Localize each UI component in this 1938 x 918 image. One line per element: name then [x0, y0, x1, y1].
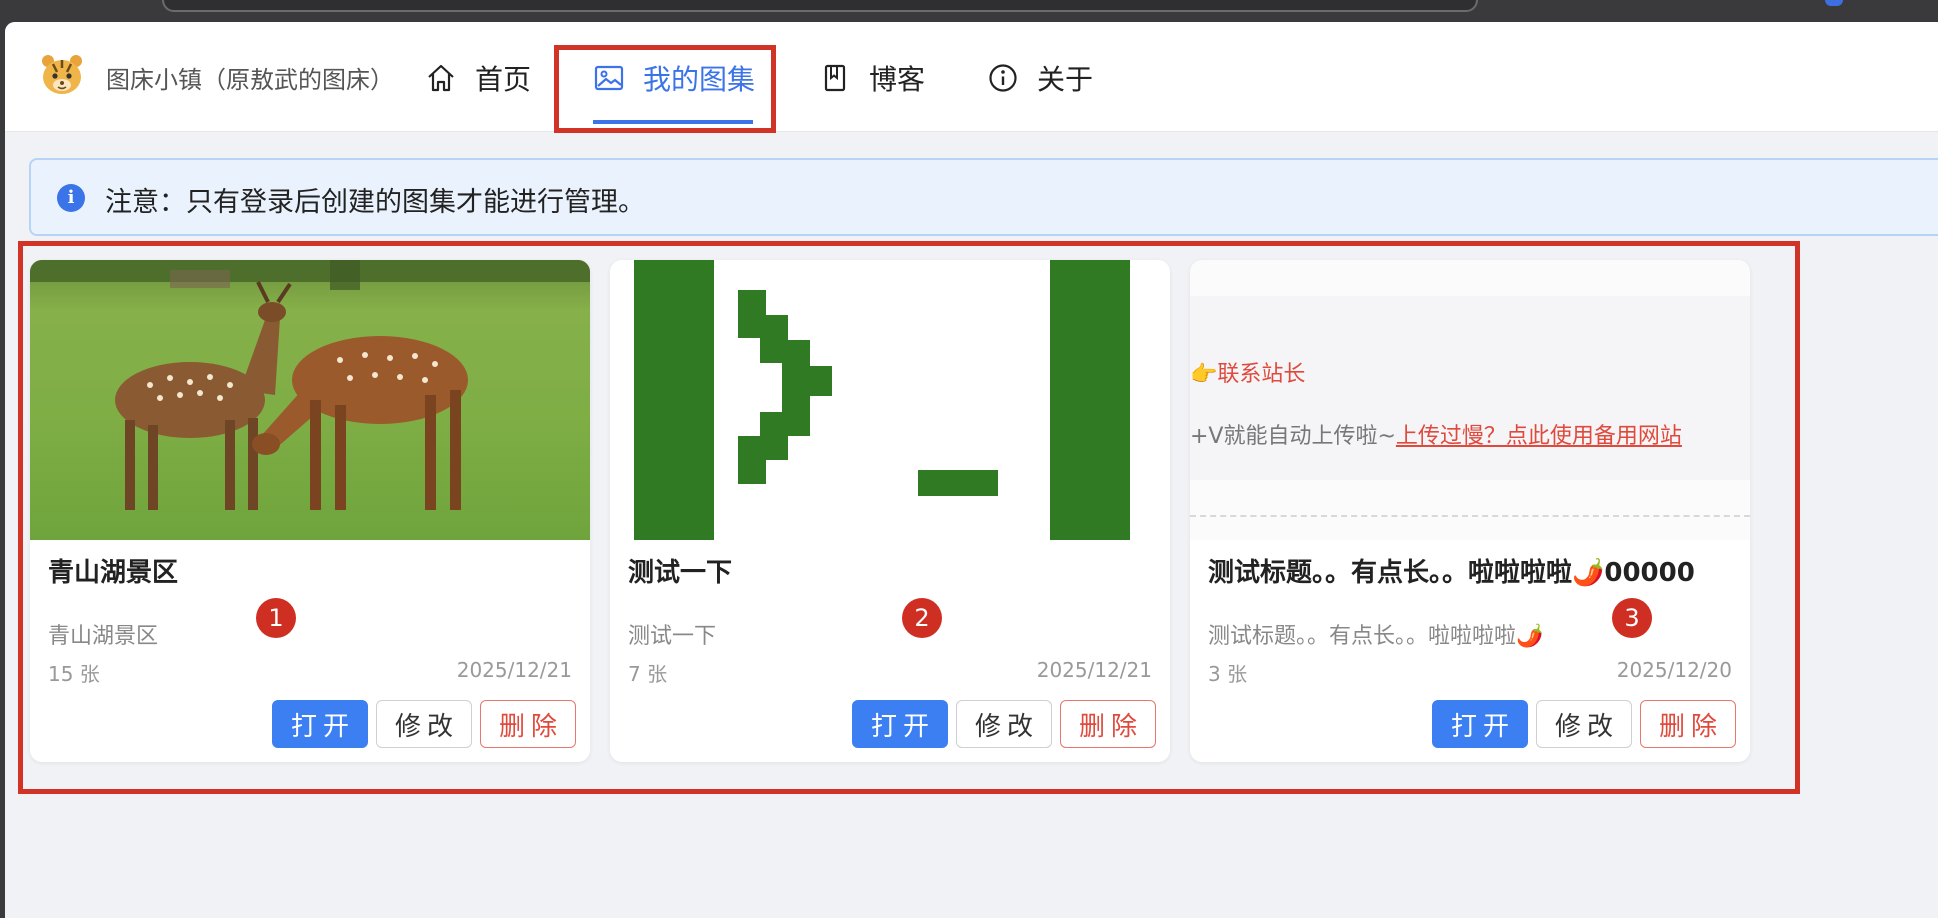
- nav-item-blog[interactable]: 博客: [819, 56, 925, 100]
- album-image-count: 15 张: [48, 662, 100, 686]
- edit-button[interactable]: 修改: [956, 700, 1052, 748]
- notice-alert: i 注意：只有登录后创建的图集才能进行管理。: [29, 158, 1938, 236]
- album-image-count: 7 张: [628, 662, 668, 686]
- album-description: 测试标题。。有点长。。啦啦啦啦🌶️: [1208, 624, 1544, 649]
- annotation-box-nav: [554, 45, 776, 133]
- terminal-logo-icon: [634, 260, 1130, 540]
- nav-item-label: 关于: [1037, 63, 1094, 96]
- alert-text: 注意：只有登录后创建的图集才能进行管理。: [105, 187, 645, 218]
- info-icon: [989, 64, 1017, 92]
- album-card[interactable]: 测试一下 2 测试一下 7 张 2025/12/21 打开 修改 删除: [610, 260, 1170, 762]
- nav-item-label: 博客: [869, 63, 926, 96]
- album-date: 2025/12/20: [1616, 658, 1732, 682]
- nav-item-home[interactable]: 首页: [425, 56, 531, 100]
- annotation-badge: 1: [256, 598, 296, 638]
- page: 图床小镇（原敖武的图床） 首页 我的图集 博客 关于 i 注意：只有登录后创建的…: [5, 22, 1938, 918]
- album-card[interactable]: 青山湖景区 1 青山湖景区 15 张 2025/12/21 打开 修改 删除: [30, 260, 590, 762]
- album-title: 测试标题。。有点长。。啦啦啦啦🌶️00000: [1208, 558, 1695, 588]
- album-image-count: 3 张: [1208, 662, 1248, 686]
- navbar: 图床小镇（原敖武的图床） 首页 我的图集 博客 关于: [5, 22, 1938, 133]
- thumbnail-text: +V就能自动上传啦~上传过慢？点此使用备用网站: [1190, 424, 1682, 449]
- open-button[interactable]: 打开: [272, 700, 368, 748]
- album-thumbnail[interactable]: [610, 260, 1170, 540]
- annotation-badge: 2: [902, 598, 942, 638]
- thumbnail-text: 👉联系站长: [1190, 362, 1306, 387]
- album-title: 青山湖景区: [48, 558, 179, 588]
- album-thumbnail[interactable]: [30, 260, 590, 540]
- tiger-logo-icon[interactable]: [39, 52, 85, 98]
- open-button[interactable]: 打开: [852, 700, 948, 748]
- delete-button[interactable]: 删除: [1060, 700, 1156, 748]
- album-date: 2025/12/21: [456, 658, 572, 682]
- album-date: 2025/12/21: [1036, 658, 1152, 682]
- address-bar[interactable]: [162, 0, 1478, 12]
- book-icon: [824, 64, 846, 92]
- edit-button[interactable]: 修改: [1536, 700, 1632, 748]
- album-title: 测试一下: [628, 558, 733, 588]
- annotation-badge: 3: [1612, 598, 1652, 638]
- home-icon: [428, 64, 454, 92]
- deer-photo-icon: [30, 260, 590, 510]
- open-button[interactable]: 打开: [1432, 700, 1528, 748]
- site-title[interactable]: 图床小镇（原敖武的图床）: [106, 60, 394, 95]
- album-description: 青山湖景区: [48, 624, 159, 649]
- delete-button[interactable]: 删除: [480, 700, 576, 748]
- album-card[interactable]: 👉联系站长 +V就能自动上传啦~上传过慢？点此使用备用网站 测试标题。。有点长。…: [1190, 260, 1750, 762]
- nav-item-about[interactable]: 关于: [987, 56, 1093, 100]
- delete-button[interactable]: 删除: [1640, 700, 1736, 748]
- extension-icon[interactable]: [1825, 0, 1843, 6]
- album-thumbnail[interactable]: 👉联系站长 +V就能自动上传啦~上传过慢？点此使用备用网站: [1190, 260, 1750, 540]
- edit-button[interactable]: 修改: [376, 700, 472, 748]
- album-description: 测试一下: [628, 624, 717, 649]
- nav-item-label: 首页: [475, 63, 532, 96]
- info-icon: i: [57, 184, 85, 212]
